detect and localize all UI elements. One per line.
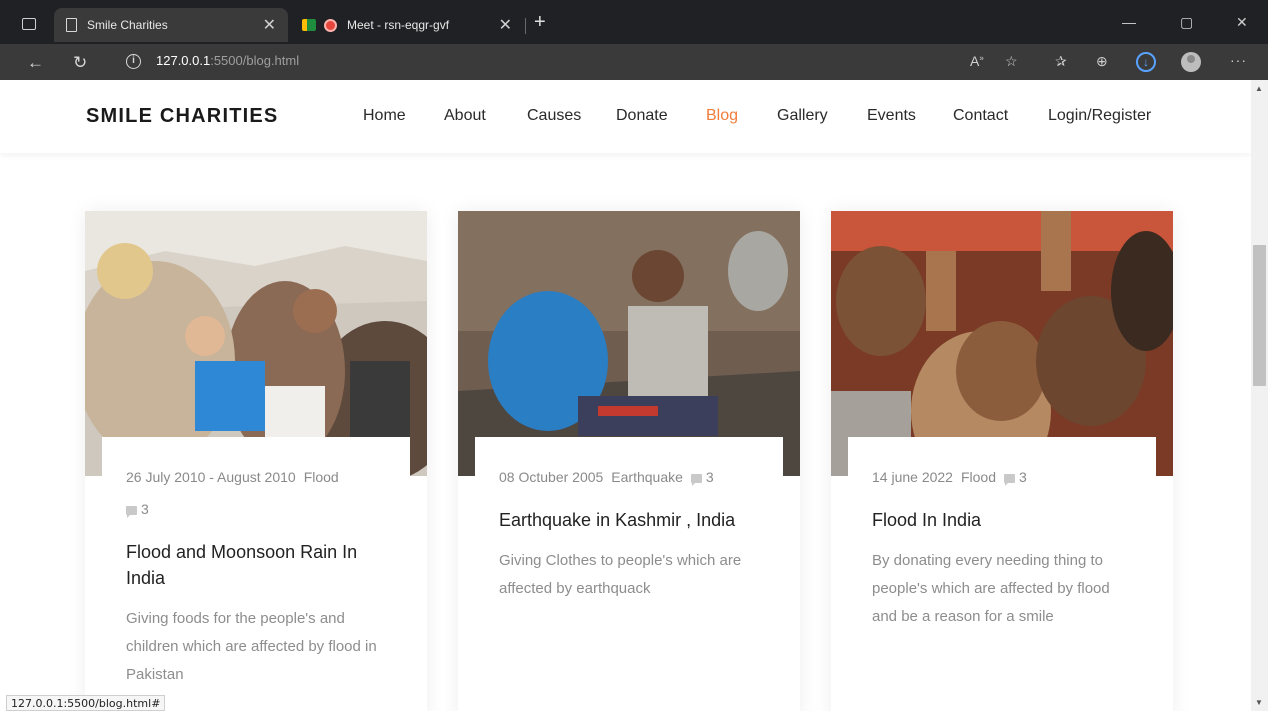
site-brand[interactable]: SMILE CHARITIES: [86, 105, 278, 128]
recording-icon: [324, 18, 337, 32]
new-tab-icon[interactable]: +: [534, 11, 546, 34]
tab-title: Smile Charities: [87, 18, 168, 32]
scroll-down-icon[interactable]: ▼: [1255, 698, 1263, 707]
scroll-up-icon[interactable]: ▲: [1255, 84, 1263, 93]
post-meta: 08 Octuber 2005 Earthquake 3: [499, 461, 759, 493]
favorites-icon[interactable]: ✰: [1055, 53, 1067, 70]
collections-icon[interactable]: ⊕: [1096, 53, 1108, 70]
url-field[interactable]: 127.0.0.1:5500/blog.html: [156, 53, 299, 68]
minimize-icon[interactable]: —: [1122, 14, 1136, 30]
post-comments[interactable]: 3: [1004, 461, 1027, 493]
nav-gallery[interactable]: Gallery: [777, 107, 828, 125]
post-meta: 26 July 2010 - August 2010 Flood 3: [126, 461, 386, 525]
comment-count: 3: [1019, 469, 1027, 485]
blog-card: 14 june 2022 Flood 3 Flood In India By don…: [831, 211, 1173, 711]
site-navbar: SMILE CHARITIES Home About Causes Donate…: [0, 80, 1251, 153]
post-title[interactable]: Earthquake in Kashmir , India: [499, 507, 759, 533]
close-window-icon[interactable]: ✕: [1236, 14, 1248, 31]
post-meta: 14 june 2022 Flood 3: [872, 461, 1132, 493]
download-icon[interactable]: ↓: [1136, 52, 1156, 72]
nav-donate[interactable]: Donate: [616, 107, 668, 125]
browser-tab-bar: Smile Charities ✕ Meet - rsn-eqgr-gvf ✕ …: [0, 0, 1268, 44]
blog-card-body: 08 Octuber 2005 Earthquake 3 Earthquake in…: [475, 437, 783, 711]
comment-icon: [126, 506, 137, 518]
profile-avatar[interactable]: [1181, 52, 1201, 72]
page-icon: [66, 18, 77, 32]
nav-blog[interactable]: Blog: [706, 107, 738, 125]
post-comments[interactable]: 3: [690, 461, 714, 493]
maximize-icon[interactable]: ▢: [1180, 14, 1193, 31]
back-icon[interactable]: ←: [27, 53, 44, 73]
site-info-icon[interactable]: i: [126, 54, 141, 69]
tab-title: Meet - rsn-eqgr-gvf: [347, 18, 450, 32]
add-favorite-icon[interactable]: ☆: [1005, 53, 1018, 70]
nav-about[interactable]: About: [444, 107, 486, 125]
post-title[interactable]: Flood In India: [872, 507, 1132, 533]
web-page: SMILE CHARITIES Home About Causes Donate…: [0, 80, 1251, 711]
post-description: By donating every needing thing to peopl…: [872, 552, 1110, 625]
tab-divider: [525, 18, 526, 34]
meet-icon: [302, 19, 316, 31]
nav-events[interactable]: Events: [867, 107, 916, 125]
vertical-scrollbar[interactable]: ▲ ▼: [1251, 80, 1268, 711]
status-url-tooltip: 127.0.0.1:5500/blog.html#: [6, 695, 166, 711]
post-description: Giving foods for the people's and childr…: [126, 610, 377, 683]
nav-causes[interactable]: Causes: [527, 107, 581, 125]
nav-home[interactable]: Home: [363, 107, 406, 125]
comment-count: 3: [141, 501, 149, 517]
url-path: :5500/blog.html: [210, 53, 300, 68]
tab-actions-icon[interactable]: [22, 18, 36, 30]
tab-smile-charities[interactable]: Smile Charities ✕: [54, 8, 288, 42]
blog-card-body: 26 July 2010 - August 2010 Flood 3 Flood …: [102, 437, 410, 711]
comment-count: 3: [705, 469, 714, 485]
tab-meet[interactable]: Meet - rsn-eqgr-gvf ✕: [290, 8, 524, 42]
blog-card: 26 July 2010 - August 2010 Flood 3 Flood …: [85, 211, 427, 711]
address-bar: ← ↻ i 127.0.0.1:5500/blog.html A» ☆ ✰ ⊕ …: [0, 44, 1268, 80]
comment-icon: [1004, 474, 1015, 486]
post-date: 14 june 2022: [872, 469, 953, 485]
post-category[interactable]: Flood: [304, 469, 339, 485]
scroll-thumb[interactable]: [1253, 245, 1266, 386]
more-icon[interactable]: ···: [1230, 52, 1247, 68]
post-comments[interactable]: 3: [126, 493, 149, 525]
url-host: 127.0.0.1: [156, 53, 211, 68]
nav-contact[interactable]: Contact: [953, 107, 1008, 125]
post-date: 26 July 2010 - August 2010: [126, 469, 296, 485]
close-tab-icon[interactable]: ✕: [499, 15, 512, 35]
post-date: 08 Octuber 2005: [499, 469, 604, 485]
post-category[interactable]: Earthquake: [611, 469, 683, 485]
post-category[interactable]: Flood: [961, 469, 996, 485]
post-description: Giving Clothes to people's which are aff…: [499, 552, 742, 597]
close-tab-icon[interactable]: ✕: [263, 15, 276, 35]
refresh-icon[interactable]: ↻: [73, 53, 87, 73]
comment-icon: [690, 474, 702, 486]
post-title[interactable]: Flood and Moonsoon Rain In India: [126, 539, 386, 591]
blog-card: 08 Octuber 2005 Earthquake 3 Earthquake in…: [458, 211, 800, 711]
read-aloud-icon[interactable]: A»: [970, 53, 984, 69]
blog-card-body: 14 june 2022 Flood 3 Flood In India By don…: [848, 437, 1156, 711]
nav-login-register[interactable]: Login/Register: [1048, 107, 1151, 125]
